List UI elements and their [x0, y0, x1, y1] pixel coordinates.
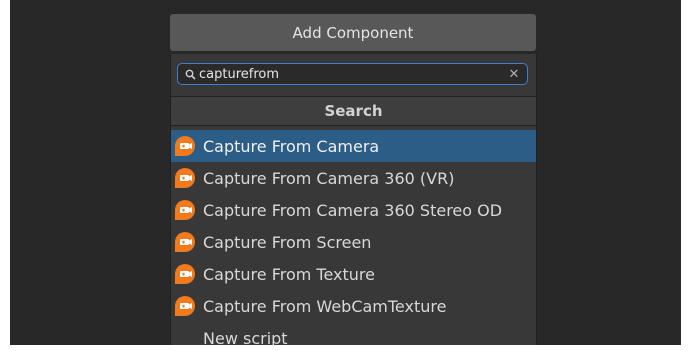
bottom-margin — [0, 345, 691, 351]
capture-camera-icon — [173, 134, 197, 158]
clear-search-icon[interactable]: ✕ — [507, 67, 521, 82]
result-item-capture-from-webcamtexture[interactable]: Capture From WebCamTexture — [171, 290, 536, 322]
add-component-button[interactable]: Add Component — [170, 14, 536, 51]
result-item-capture-from-screen[interactable]: Capture From Screen — [171, 226, 536, 258]
result-item-label: Capture From WebCamTexture — [203, 296, 447, 316]
result-item-capture-from-camera-360-vr[interactable]: Capture From Camera 360 (VR) — [171, 162, 536, 194]
section-title: Search — [324, 102, 383, 120]
search-results-list: Capture From Camera Capture From Camera … — [171, 130, 536, 351]
result-item-capture-from-texture[interactable]: Capture From Texture — [171, 258, 536, 290]
result-item-label: Capture From Screen — [203, 232, 372, 252]
add-component-label: Add Component — [292, 23, 414, 42]
capture-camera-icon — [173, 166, 197, 190]
left-margin — [0, 0, 10, 351]
search-input[interactable] — [199, 65, 507, 83]
capture-camera-icon — [173, 262, 197, 286]
result-item-label: Capture From Texture — [203, 264, 375, 284]
capture-camera-icon — [173, 230, 197, 254]
result-item-label: Capture From Camera 360 Stereo OD — [203, 200, 503, 220]
result-item-label: Capture From Camera — [203, 136, 380, 156]
result-item-capture-from-camera-360-stereo[interactable]: Capture From Camera 360 Stereo OD — [171, 194, 536, 226]
search-field[interactable]: ✕ — [177, 63, 528, 85]
result-item-capture-from-camera[interactable]: Capture From Camera — [171, 130, 536, 162]
capture-camera-icon — [173, 198, 197, 222]
search-section-header: Search — [171, 96, 536, 126]
right-margin — [681, 0, 691, 351]
result-item-label: Capture From Camera 360 (VR) — [203, 168, 455, 188]
capture-camera-icon — [173, 294, 197, 318]
search-icon — [183, 67, 197, 81]
